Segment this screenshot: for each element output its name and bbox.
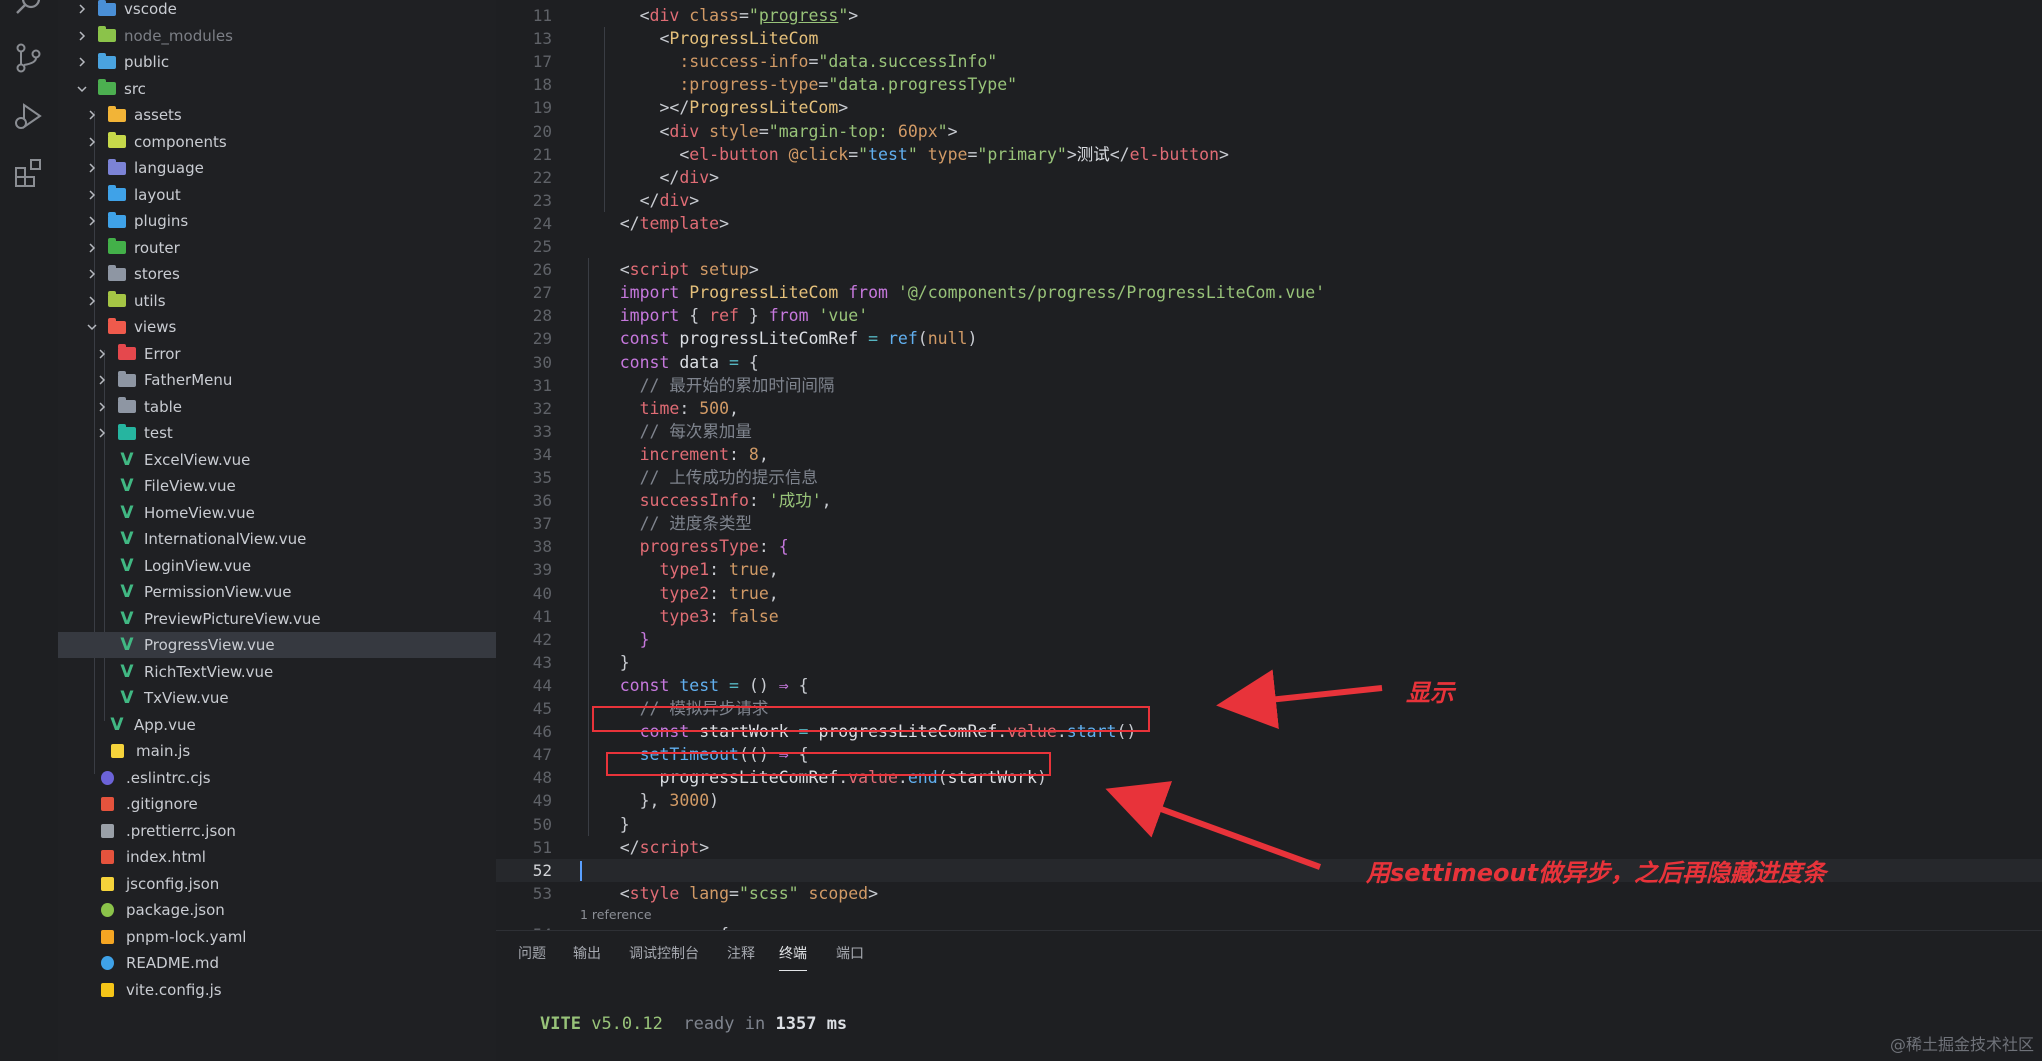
vite-version: v5.0.12 bbox=[591, 1014, 663, 1034]
ready-ms-unit: ms bbox=[826, 1014, 848, 1034]
arrow-show bbox=[1216, 669, 1383, 730]
annotation-settimeout-label: 用settimeout做异步，之后再隐藏进度条 bbox=[1366, 859, 1827, 887]
panel-tab[interactable]: 注释 bbox=[727, 943, 755, 971]
panel-tab[interactable]: 端口 bbox=[836, 943, 864, 971]
terminal-output: VITE v5.0.12 ready in 1357 ms bbox=[540, 1014, 847, 1034]
watermark: @稀土掘金技术社区 bbox=[1889, 1035, 2034, 1054]
bottom-panel: 问题 输出 调试控制台 注释 终端 端口 VITE v5.0.12 ready in 13… bbox=[496, 930, 2042, 1061]
vite-label: VITE bbox=[540, 1014, 581, 1034]
panel-tab[interactable]: 输出 bbox=[573, 943, 601, 971]
annotation-show-label: 显示 bbox=[1406, 679, 1454, 707]
panel-tab[interactable]: 终端 bbox=[779, 943, 807, 971]
ready-text: ready in bbox=[683, 1014, 766, 1034]
panel-tab[interactable]: 调试控制台 bbox=[629, 943, 699, 971]
panel-tab[interactable]: 问题 bbox=[518, 943, 546, 971]
annotation-arrows bbox=[1105, 669, 1383, 870]
arrow-settimeout bbox=[1105, 781, 1322, 870]
ready-ms-value: 1357 bbox=[775, 1014, 817, 1034]
